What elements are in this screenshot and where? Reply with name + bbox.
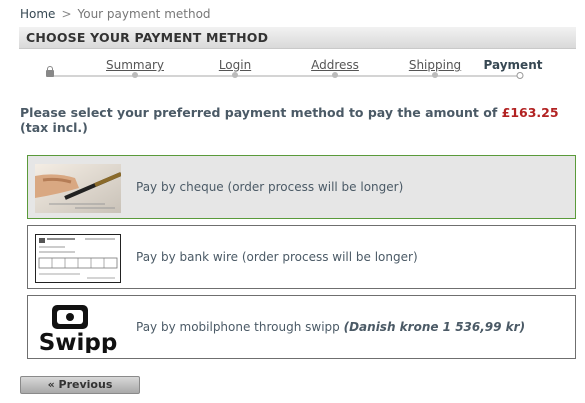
breadcrumb: Home > Your payment method (20, 7, 211, 21)
step-dot (232, 72, 238, 78)
step-summary[interactable]: Summary (106, 58, 164, 72)
option-label: Pay by mobilphone through swipp (Danish … (136, 296, 525, 358)
swipp-logo-wordmark: Swipp (39, 330, 118, 353)
breadcrumb-current: Your payment method (77, 7, 211, 21)
step-dot (432, 72, 438, 78)
page-title: CHOOSE YOUR PAYMENT METHOD (19, 27, 576, 49)
option-label: Pay by cheque (order process will be lon… (136, 180, 404, 194)
bank-wire-document-icon (35, 234, 121, 283)
payment-option-cheque[interactable]: Pay by cheque (order process will be lon… (27, 155, 576, 219)
step-payment: Payment (483, 58, 543, 72)
lock-icon (46, 66, 54, 77)
step-shipping[interactable]: Shipping (409, 58, 461, 72)
payment-option-swipp[interactable]: Swipp Pay by mobilphone through swipp (D… (27, 295, 576, 359)
payment-option-bankwire[interactable]: Pay by bank wire (order process will be … (27, 225, 576, 289)
breadcrumb-home-link[interactable]: Home (20, 7, 55, 21)
option-price-dkk: (Danish krone 1 536,99 kr) (343, 320, 526, 334)
breadcrumb-separator: > (61, 7, 72, 21)
option-label-main: Pay by mobilphone through swipp (136, 320, 344, 334)
previous-button[interactable]: « Previous (20, 376, 140, 394)
option-label: Pay by bank wire (order process will be … (136, 250, 418, 264)
prompt-tax-note: (tax incl.) (20, 120, 88, 135)
checkout-steps: Summary Login Address Shipping Payment (0, 55, 585, 85)
prompt-text: Please select your preferred payment met… (20, 105, 502, 120)
order-amount: £163.25 (501, 105, 559, 120)
steps-track (50, 75, 521, 77)
step-dot (132, 72, 138, 78)
swipp-logo: Swipp (35, 304, 121, 353)
step-login[interactable]: Login (219, 58, 251, 72)
step-address[interactable]: Address (311, 58, 359, 72)
cheque-pen-icon (35, 164, 121, 213)
step-dot (332, 72, 338, 78)
payment-prompt: Please select your preferred payment met… (20, 105, 580, 135)
step-dot-current (516, 72, 524, 79)
